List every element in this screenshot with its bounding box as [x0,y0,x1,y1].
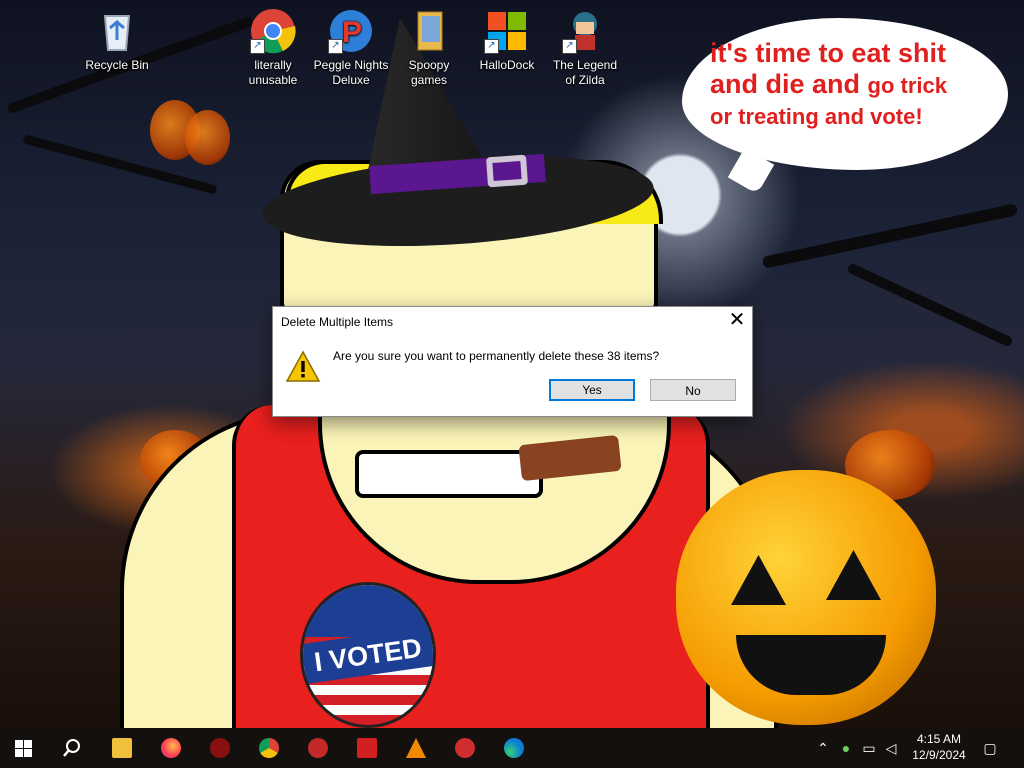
app-icon [455,738,475,758]
desktop-icon-hallodock[interactable]: ↗ HalloDock [469,8,545,73]
hanging-pumpkin [185,110,230,165]
chrome-icon: ↗ [250,8,296,54]
dialog-title: Delete Multiple Items [281,315,394,329]
taskbar-firefox[interactable] [147,728,195,768]
witch-hat-buckle [486,154,528,188]
clock-time: 4:15 AM [916,732,962,746]
tree-branch [761,203,1019,269]
game-character-icon: ↗ [562,8,608,54]
desktop-icon-label: Peggle Nights Deluxe [313,58,389,87]
character-mouth [355,450,543,498]
desktop-icon-label: literally unusable [248,58,298,87]
search-icon [63,739,80,757]
voted-sticker: I VOTED [300,582,436,728]
speech-line-2: and die and go trick [710,69,948,99]
volume-icon[interactable]: ◁ [881,738,901,758]
desktop-icon-recycle-bin[interactable]: Recycle Bin [79,8,155,73]
speech-line-3: or treating and vote! [710,104,923,129]
taskbar-file-explorer[interactable] [98,728,146,768]
jack-eye [826,550,881,600]
chrome-icon [259,738,279,758]
user-presence-icon[interactable]: ● [836,738,856,758]
shortcut-arrow-icon: ↗ [328,39,343,54]
search-button[interactable] [48,728,96,768]
jack-eye [731,555,786,605]
peggle-icon: P ↗ [328,8,374,54]
dialog-titlebar: Delete Multiple Items ✕ [273,307,752,337]
folder-icon [406,8,452,54]
windows-start-icon [15,740,32,757]
flash-icon [357,738,377,758]
file-explorer-icon [112,738,132,758]
warning-icon [285,349,321,385]
shortcut-arrow-icon: ↗ [250,39,265,54]
speech-bubble: it's time to eat shit and die and go tri… [682,18,1008,195]
edge-icon [504,738,524,758]
desktop-icon-label: Recycle Bin [85,58,149,72]
show-hidden-icons-chevron-up-icon[interactable]: ⌃ [813,738,833,758]
network-icon[interactable]: ▭ [859,738,879,758]
app-icon [210,738,230,758]
clock[interactable]: 4:15 AM 12/9/2024 [906,731,972,763]
taskbar-vlc[interactable] [392,728,440,768]
shortcut-arrow-icon: ↗ [562,39,577,54]
tree-branch [846,262,1014,348]
desktop-icon-spoopy-games[interactable]: Spoopy games [391,8,467,88]
desktop-icon-literally-unusable[interactable]: ↗ literally unusable [235,8,311,88]
delete-confirm-dialog: Delete Multiple Items ✕ Are you sure you… [272,306,753,417]
close-button[interactable]: ✕ [722,307,752,335]
taskbar-chrome[interactable] [245,728,293,768]
vlc-icon [406,738,426,758]
taskbar-flash[interactable] [343,728,391,768]
speech-bubble-tail [727,147,775,195]
taskbar-app[interactable] [441,728,489,768]
clock-date: 12/9/2024 [912,748,966,762]
desktop-icon-legend-of-zilda[interactable]: ↗ The Legend of Zilda [547,8,623,88]
desktop-icon-label: HalloDock [479,58,535,72]
start-button[interactable] [0,728,48,768]
speech-line-1: it's time to eat shit [710,38,946,68]
no-button[interactable]: No [650,379,736,401]
app-icon [308,738,328,758]
taskbar-app[interactable] [294,728,342,768]
notification-center-icon[interactable]: ▢ [980,738,1000,758]
svg-text:P: P [342,16,362,49]
jack-mouth [736,635,886,695]
desktop-icon-label: The Legend of Zilda [552,58,618,87]
dialog-message: Are you sure you want to permanently del… [333,349,660,363]
taskbar-edge[interactable] [490,728,538,768]
desktop-icon-peggle[interactable]: P ↗ Peggle Nights Deluxe [313,8,389,88]
recycle-bin-icon [94,8,140,54]
taskbar: ⌃ ● ▭ ◁ 4:15 AM 12/9/2024 ▢ [0,728,1024,768]
firefox-icon [161,738,181,758]
shortcut-arrow-icon: ↗ [484,39,499,54]
taskbar-app[interactable] [196,728,244,768]
jack-o-lantern [676,470,936,725]
windows-logo-icon: ↗ [484,8,530,54]
desktop-icon-label: Spoopy games [408,58,450,87]
yes-button[interactable]: Yes [549,379,635,401]
